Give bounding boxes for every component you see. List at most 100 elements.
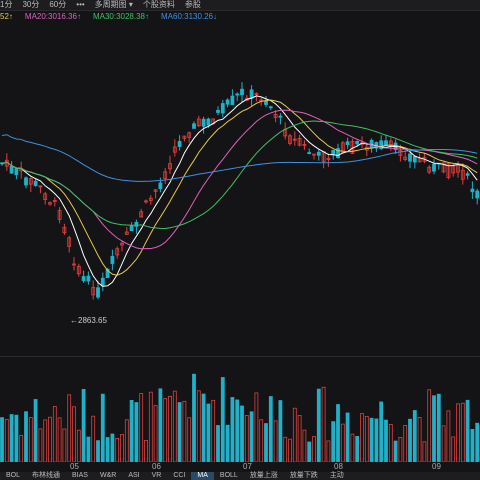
month-label: 07 [243,462,252,471]
tab-0[interactable]: BOL [0,472,26,480]
candle-body [96,287,100,298]
volume-bar [43,419,48,462]
volume-bar [403,425,408,462]
ma20-label: MA20:3016.36↑ [24,12,81,21]
chart-toolbar: 1分 30分 60分 ••• 多周期图 ▾ 个股资料 参股 [0,0,480,11]
volume-bar [297,415,302,462]
volume-bar [134,402,139,462]
volume-bar [201,393,206,462]
candle-body [14,168,19,176]
candle-body [201,118,206,127]
tab-2[interactable]: BIAS [66,472,94,480]
toolbar-item[interactable]: 30分 [22,0,39,10]
candle-body [100,277,105,287]
tab-5[interactable]: VR [146,472,168,480]
volume-bar [326,440,331,462]
volume-bar [441,425,446,462]
volume-bar [374,418,379,462]
candle-body [33,180,38,186]
tab-7[interactable]: MA [191,472,214,480]
volume-bar [91,415,96,462]
volume-bar [196,390,201,462]
volume-bar [273,420,278,462]
candle-body [9,165,14,174]
volume-bar [340,423,345,462]
volume-bar [432,395,436,462]
volume-bar [460,402,465,462]
candle-body [249,89,254,99]
candle-body [470,188,475,193]
candle-body [158,182,163,190]
volume-bar [278,400,283,462]
month-label: 08 [334,462,343,471]
volume-bar [192,373,196,462]
volume-bar [451,436,456,462]
volume-bar [153,405,158,462]
volume-bar [264,423,268,462]
toolbar-item[interactable]: 1分 [0,0,12,10]
candle-body [177,141,182,147]
tab-1[interactable]: 布林线通 [26,472,66,480]
volume-bar [76,429,81,462]
volume-bar [312,436,316,462]
volume-bar [475,422,480,462]
volume-bar [177,402,182,462]
ma30-label: MA30:3028.38↑ [92,12,149,21]
volume-bar [28,417,33,462]
min-price-label: ←2863.65 [70,316,107,325]
candle-body [278,115,283,118]
volume-bar [225,424,230,462]
price-panel[interactable]: ←2863.65 [0,23,480,357]
candlestick-chart [0,82,480,300]
candle-body [24,177,28,186]
volume-panel[interactable] [0,356,480,462]
candle-body [206,118,211,126]
volume-bar [105,437,110,462]
volume-bar [115,438,120,462]
volume-bar [336,404,340,462]
tab-3[interactable]: W&R [94,472,122,480]
volume-bar [412,410,417,462]
volume-bar [19,434,24,462]
candle-body [432,163,436,172]
tab-9[interactable]: 放量上涨 [244,472,284,480]
tab-4[interactable]: ASI [122,472,145,480]
ma-legend: 52↑ MA20:3016.36↑ MA30:3028.38↑ MA60:313… [0,11,480,23]
volume-bar [158,388,163,462]
ma60-label: MA60:3130.26↓ [161,12,218,21]
candle-body [355,140,360,145]
candle-body [240,88,244,96]
volume-bar [163,398,168,462]
volume-bar [230,397,235,462]
tab-6[interactable]: CCI [167,472,191,480]
volume-bar [182,400,187,462]
volume-bar [235,399,240,462]
tab-11[interactable]: 主动 [324,472,350,480]
volume-bar [24,411,28,462]
tab-10[interactable]: 放量下跌 [284,472,324,480]
volume-bar [379,401,384,462]
more-icon[interactable]: ••• [76,0,84,10]
stock-info-link[interactable]: 个股资料 [143,0,175,10]
indicator-tabs: BOL 布林线通 BIAS W&R ASI VR CCI MA BOLL 放量上涨 放量下跌 主动 [0,472,480,480]
volume-bar [139,393,144,462]
volume-bar [364,416,369,462]
candle-body [129,225,134,232]
volume-bar [0,417,4,462]
volume-bar [307,441,312,462]
candle-body [316,151,321,156]
tab-8[interactable]: BOLL [214,472,244,480]
candle-body [81,276,86,282]
multi-period-dropdown[interactable]: 多周期图 ▾ [95,0,133,10]
month-label: 06 [152,462,161,471]
holdings-link[interactable]: 参股 [185,0,201,10]
toolbar-item[interactable]: 60分 [49,0,66,10]
volume-bar [67,394,72,462]
volume-bar [427,389,432,462]
volume-bar [316,388,321,462]
volume-bar [14,414,19,462]
volume-bar [470,429,475,462]
volume-bar [446,410,451,462]
ma20-line [1,109,478,250]
volume-bar [244,415,249,462]
